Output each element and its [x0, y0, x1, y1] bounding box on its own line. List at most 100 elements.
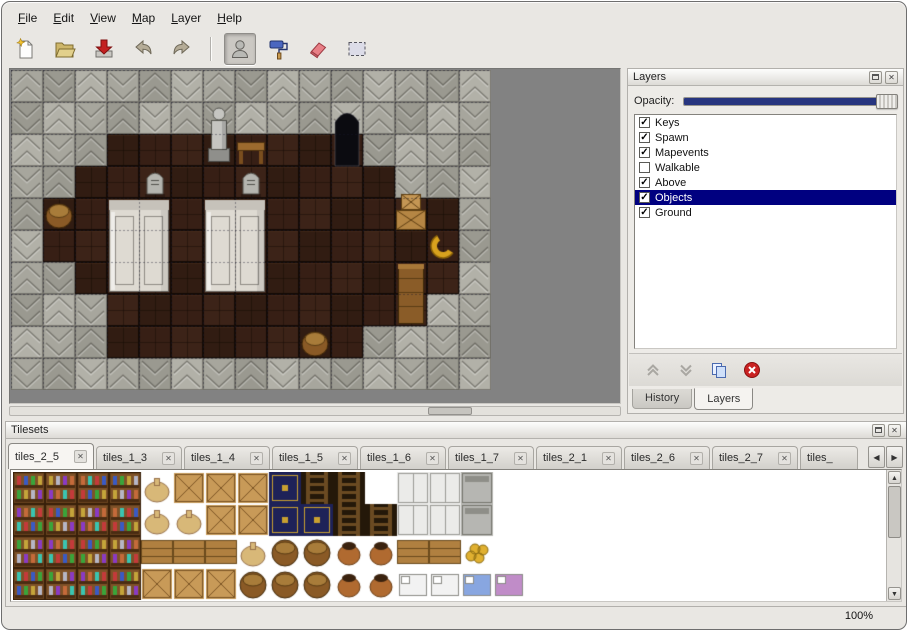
map-canvas[interactable] — [11, 70, 491, 390]
fill-tool-icon — [267, 37, 291, 61]
layer-visibility-checkbox[interactable] — [639, 162, 650, 173]
scroll-down-icon[interactable]: ▼ — [888, 587, 901, 600]
tileset-tab-label: tiles_2_5 — [15, 451, 59, 463]
scroll-up-icon[interactable]: ▲ — [888, 471, 901, 484]
tileset-tab-tiles_1_7[interactable]: tiles_1_7 ✕ — [448, 446, 534, 469]
menu-edit[interactable]: Edit — [45, 8, 82, 28]
eraser-tool-button[interactable] — [302, 33, 334, 65]
scrollbar-thumb[interactable] — [428, 407, 472, 415]
tileset-canvas[interactable] — [13, 472, 525, 600]
menu-help[interactable]: Help — [209, 8, 250, 28]
layer-row-above[interactable]: Above — [635, 175, 896, 190]
map-horizontal-scrollbar[interactable] — [9, 406, 621, 416]
layer-label: Walkable — [655, 162, 700, 174]
tileset-tab-tiles_1_5[interactable]: tiles_1_5 ✕ — [272, 446, 358, 469]
menu-map[interactable]: Map — [124, 8, 163, 28]
layer-list: Keys Spawn Mapevents Walkable Above Obje… — [634, 114, 897, 349]
tileset-tab-truncated[interactable]: tiles_ — [800, 446, 858, 469]
redo-icon — [170, 37, 194, 61]
menu-file[interactable]: File — [10, 8, 45, 28]
tab-close-icon[interactable]: ✕ — [74, 450, 87, 463]
save-button[interactable] — [88, 33, 120, 65]
layer-label: Keys — [655, 117, 679, 129]
layer-row-mapevents[interactable]: Mapevents — [635, 145, 896, 160]
tab-close-icon[interactable]: ✕ — [602, 452, 615, 465]
tileset-tab-label: tiles_2_6 — [631, 452, 675, 464]
tab-scroll-buttons: ◀ ▶ — [868, 446, 903, 468]
tab-close-icon[interactable]: ✕ — [778, 452, 791, 465]
tileset-view[interactable]: ▲ ▼ — [10, 469, 902, 602]
tab-history[interactable]: History — [632, 389, 692, 409]
tileset-tab-tiles_2_5[interactable]: tiles_2_5 ✕ — [8, 443, 94, 469]
lower-layer-button[interactable] — [674, 358, 698, 382]
float-panel-icon[interactable] — [872, 424, 885, 437]
tileset-tab-tiles_1_6[interactable]: tiles_1_6 ✕ — [360, 446, 446, 469]
scroll-tabs-left-icon[interactable]: ◀ — [868, 446, 885, 468]
delete-layer-button[interactable] — [740, 358, 764, 382]
redo-button[interactable] — [166, 33, 198, 65]
scrollbar-thumb[interactable] — [888, 486, 901, 538]
tileset-tab-tiles_2_1[interactable]: tiles_2_1 ✕ — [536, 446, 622, 469]
float-panel-icon[interactable] — [869, 71, 882, 84]
layer-row-objects[interactable]: Objects — [635, 190, 896, 205]
layer-label: Ground — [655, 207, 692, 219]
tileset-tab-tiles_1_3[interactable]: tiles_1_3 ✕ — [96, 446, 182, 469]
tab-close-icon[interactable]: ✕ — [426, 452, 439, 465]
tab-label: Layers — [707, 393, 740, 405]
fill-tool-button[interactable] — [263, 33, 295, 65]
undo-button[interactable] — [127, 33, 159, 65]
layer-visibility-checkbox[interactable] — [639, 177, 650, 188]
map-viewport[interactable] — [9, 68, 621, 404]
raise-layer-button[interactable] — [641, 358, 665, 382]
close-panel-icon[interactable]: ✕ — [888, 424, 901, 437]
layer-row-keys[interactable]: Keys — [635, 115, 896, 130]
tab-label: History — [645, 392, 679, 404]
layer-visibility-checkbox[interactable] — [639, 117, 650, 128]
tileset-vertical-scrollbar[interactable]: ▲ ▼ — [886, 470, 901, 601]
tilesets-panel-titlebar: Tilesets ✕ — [6, 422, 906, 439]
select-tool-button[interactable] — [341, 33, 373, 65]
layers-panel: Layers ✕ Opacity: Keys Spawn Mapeven — [627, 68, 904, 414]
layer-row-spawn[interactable]: Spawn — [635, 130, 896, 145]
opacity-slider-fill — [684, 98, 896, 105]
layer-visibility-checkbox[interactable] — [639, 192, 650, 203]
menu-view[interactable]: View — [82, 8, 124, 28]
stamp-tool-icon — [228, 37, 252, 61]
layers-panel-titlebar: Layers ✕ — [628, 69, 903, 86]
layer-row-walkable[interactable]: Walkable — [635, 160, 896, 175]
layer-row-ground[interactable]: Ground — [635, 205, 896, 220]
status-bar: 100% — [2, 605, 906, 629]
new-file-button[interactable] — [10, 33, 42, 65]
tab-close-icon[interactable]: ✕ — [514, 452, 527, 465]
stamp-tool-button[interactable] — [224, 33, 256, 65]
layer-visibility-checkbox[interactable] — [639, 207, 650, 218]
save-icon — [92, 37, 116, 61]
tileset-tab-label: tiles_2_1 — [543, 452, 587, 464]
layer-visibility-checkbox[interactable] — [639, 147, 650, 158]
scroll-tabs-right-icon[interactable]: ▶ — [886, 446, 903, 468]
tab-close-icon[interactable]: ✕ — [690, 452, 703, 465]
layers-panel-title: Layers — [633, 71, 666, 83]
tab-close-icon[interactable]: ✕ — [250, 452, 263, 465]
duplicate-icon — [710, 361, 728, 379]
layer-visibility-checkbox[interactable] — [639, 132, 650, 143]
tileset-tab-label: tiles_ — [807, 452, 833, 464]
chevron-up-icon — [644, 361, 662, 379]
dock-bottom-tabs: History Layers — [632, 389, 753, 413]
tilesets-panel-title: Tilesets — [11, 424, 49, 436]
tab-close-icon[interactable]: ✕ — [162, 452, 175, 465]
tileset-tab-tiles_1_4[interactable]: tiles_1_4 ✕ — [184, 446, 270, 469]
opacity-slider-handle[interactable] — [876, 94, 898, 109]
tileset-tab-label: tiles_1_4 — [191, 452, 235, 464]
tab-close-icon[interactable]: ✕ — [338, 452, 351, 465]
opacity-slider[interactable] — [683, 97, 897, 106]
open-file-button[interactable] — [49, 33, 81, 65]
chevron-down-icon — [677, 361, 695, 379]
menu-layer[interactable]: Layer — [163, 8, 209, 28]
close-panel-icon[interactable]: ✕ — [885, 71, 898, 84]
delete-icon — [743, 361, 761, 379]
tileset-tab-tiles_2_6[interactable]: tiles_2_6 ✕ — [624, 446, 710, 469]
duplicate-layer-button[interactable] — [707, 358, 731, 382]
tileset-tab-tiles_2_7[interactable]: tiles_2_7 ✕ — [712, 446, 798, 469]
tab-layers[interactable]: Layers — [694, 388, 753, 410]
